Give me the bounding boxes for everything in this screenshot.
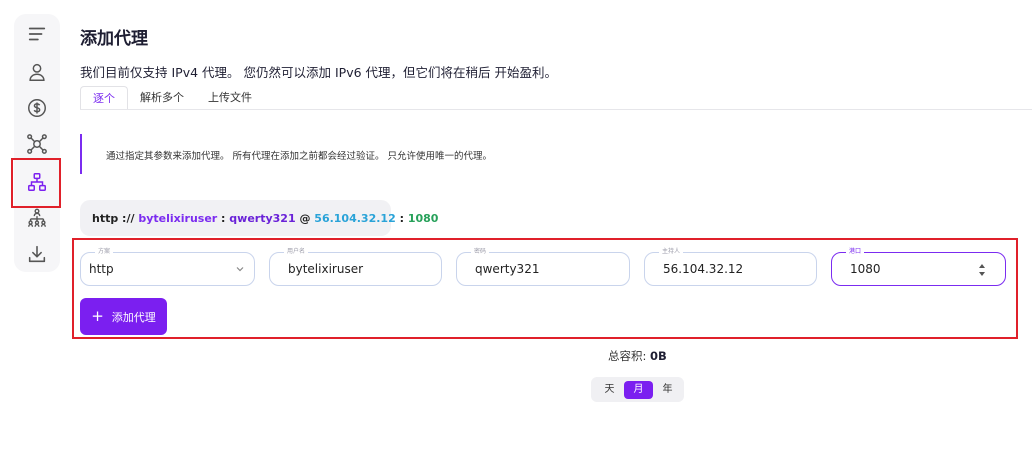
capacity-value: 0B [650, 349, 667, 363]
dollar-icon[interactable] [23, 94, 51, 122]
password-label: 密码 [471, 248, 490, 256]
preview-protocol: http :// [92, 211, 135, 225]
port-value: 1080 [850, 262, 881, 276]
host-label: 主持人 [659, 248, 684, 256]
download-icon[interactable] [23, 240, 51, 268]
preview-separator: : [221, 211, 226, 225]
host-input[interactable]: 主持人 56.104.32.12 [644, 248, 817, 286]
total-capacity: 总容积: 0B [608, 348, 667, 364]
preview-username: bytelixiruser [138, 211, 218, 225]
add-proxy-label: 添加代理 [111, 310, 156, 324]
tab-divider [80, 109, 1032, 110]
port-label: 港口 [846, 248, 865, 256]
info-callout: 通过指定其参数来添加代理。 所有代理在添加之前都会经过验证。 只允许使用唯一的代… [80, 134, 580, 174]
people-hierarchy-icon[interactable] [23, 204, 51, 232]
sidebar [14, 14, 60, 272]
password-input[interactable]: 密码 qwerty321 [456, 248, 630, 286]
protocol-label: 方案 [95, 248, 114, 256]
period-day[interactable]: 天 [595, 381, 624, 399]
host-value: 56.104.32.12 [663, 262, 744, 276]
capacity-label: 总容积: [608, 349, 647, 363]
period-year[interactable]: 年 [653, 381, 682, 399]
username-value: bytelixiruser [288, 262, 364, 276]
username-input[interactable]: 用户名 bytelixiruser [269, 248, 442, 286]
preview-host: 56.104.32.12 [314, 211, 396, 225]
chevron-down-icon [236, 267, 244, 272]
network-hub-icon[interactable] [23, 130, 51, 158]
protocol-select[interactable]: 方案 http [80, 248, 255, 286]
plus-icon: + [91, 307, 104, 325]
menu-icon[interactable] [23, 20, 51, 48]
preview-separator: : [399, 211, 404, 225]
page-title: 添加代理 [80, 29, 148, 49]
username-label: 用户名 [284, 248, 309, 256]
add-proxy-button[interactable]: + 添加代理 [80, 298, 167, 335]
page-subtitle: 我们目前仅支持 IPv4 代理。 您仍然可以添加 IPv6 代理，但它们将在稍后… [80, 65, 557, 80]
preview-password: qwerty321 [229, 211, 296, 225]
tab-one-by-one[interactable]: 逐个 [80, 86, 128, 110]
preview-port: 1080 [407, 211, 439, 225]
period-toggle: 天 月 年 [591, 377, 684, 402]
user-icon[interactable] [23, 58, 51, 86]
info-text: 通过指定其参数来添加代理。 所有代理在添加之前都会经过验证。 只允许使用唯一的代… [106, 151, 493, 162]
proxy-preview: http :// bytelixiruser : qwerty321 @ 56.… [80, 200, 438, 236]
tab-parse-multiple[interactable]: 解析多个 [128, 86, 196, 110]
period-month[interactable]: 月 [624, 380, 653, 399]
protocol-value: http [89, 262, 114, 276]
preview-at: @ [299, 211, 311, 225]
number-stepper-icon[interactable] [977, 261, 987, 279]
active-nav-highlight [11, 158, 61, 208]
password-value: qwerty321 [475, 262, 540, 276]
tab-bar: 逐个 解析多个 上传文件 [80, 86, 264, 110]
port-input[interactable]: 港口 1080 [831, 248, 1006, 286]
tab-upload-file[interactable]: 上传文件 [196, 86, 264, 110]
